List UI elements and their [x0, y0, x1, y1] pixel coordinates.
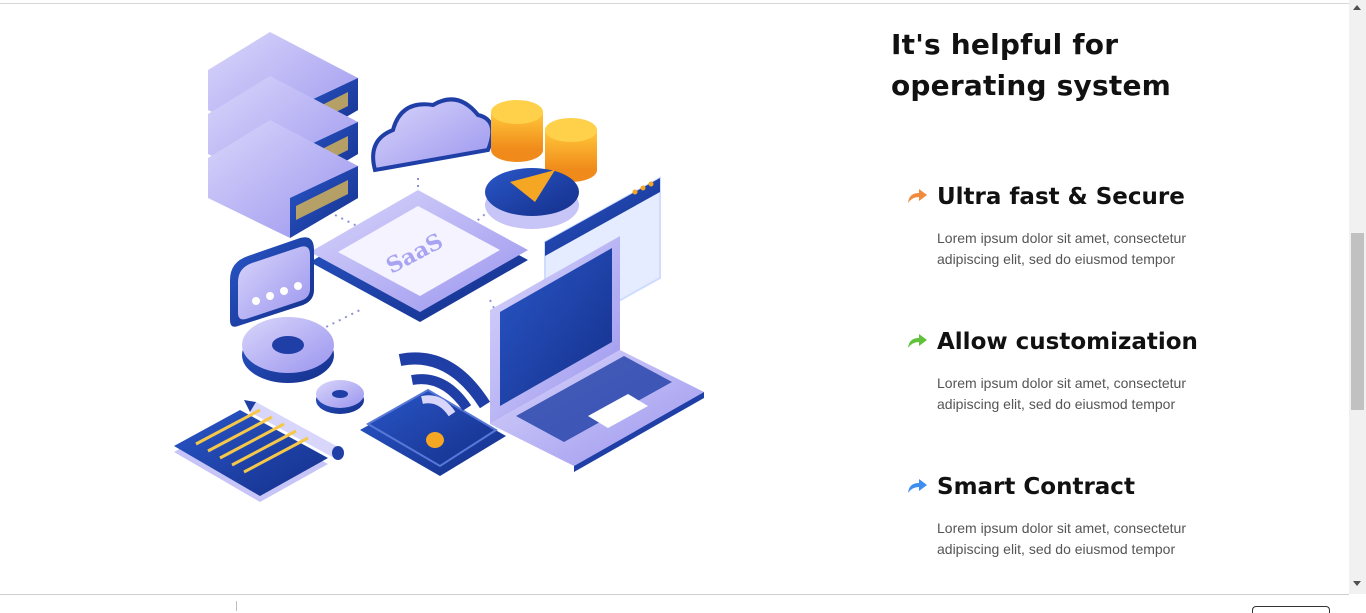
feature-description: Lorem ipsum dolor sit amet, consectetur … [937, 228, 1217, 270]
top-border [0, 0, 1349, 4]
feature-description-line-1: Lorem ipsum dolor sit amet, consectetur [937, 230, 1186, 246]
arrow-curved-right-icon [908, 189, 927, 203]
laptop-icon [490, 236, 704, 472]
arrow-curved-right-icon [908, 334, 927, 348]
chat-bubble-icon [230, 237, 314, 327]
arrow-curved-right-icon [908, 479, 927, 493]
section-heading: It's helpful for operating system [891, 24, 1311, 106]
feature-description-line-1: Lorem ipsum dolor sit amet, consectetur [937, 375, 1186, 391]
feature-description-line-1: Lorem ipsum dolor sit amet, consectetur [937, 520, 1186, 536]
smartphone-wifi-icon [360, 352, 506, 476]
feature-description: Lorem ipsum dolor sit amet, consectetur … [937, 518, 1217, 560]
scroll-up-arrow-icon[interactable] [1353, 5, 1361, 10]
feature-description: Lorem ipsum dolor sit amet, consectetur … [937, 373, 1217, 415]
saas-illustration: SaaS [174, 32, 704, 502]
heading-line-2: operating system [891, 69, 1172, 102]
notepad-icon [174, 408, 328, 502]
feature-description-line-2: adipiscing elit, sed do eiusmod tempor [937, 541, 1176, 557]
play-disc-icon [485, 168, 579, 229]
bottom-bar [0, 594, 1349, 613]
feature-description-line-2: adipiscing elit, sed do eiusmod tempor [937, 396, 1176, 412]
feature-description-line-2: adipiscing elit, sed do eiusmod tempor [937, 251, 1176, 267]
vertical-scrollbar[interactable] [1349, 0, 1366, 594]
heading-line-1: It's helpful for [891, 28, 1119, 61]
gear-icon [242, 317, 364, 414]
scrollbar-thumb[interactable] [1351, 233, 1364, 410]
feature-title: Ultra fast & Secure [937, 184, 1185, 210]
feature-title: Allow customization [937, 329, 1198, 355]
feature-title: Smart Contract [937, 474, 1135, 500]
scroll-down-arrow-icon[interactable] [1353, 581, 1361, 586]
cloud-icon [371, 97, 495, 173]
server-stack-icon [208, 32, 358, 238]
